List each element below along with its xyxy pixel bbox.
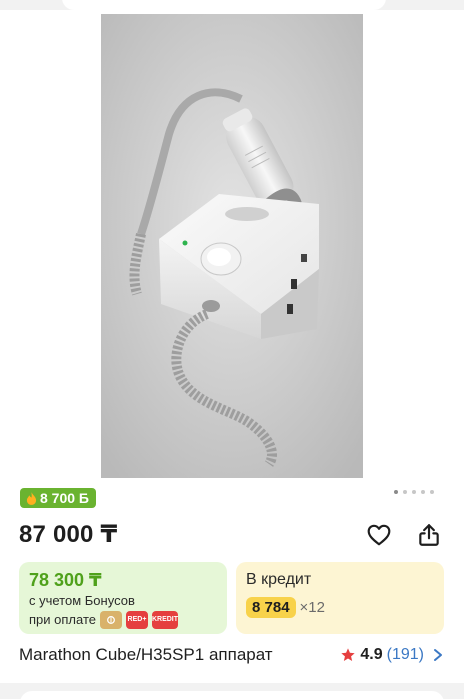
bonus-price-card[interactable]: 78 300 ₸ с учетом Бонусов при оплате RED… bbox=[19, 562, 227, 634]
credit-title: В кредит bbox=[246, 571, 312, 588]
gallery-dots bbox=[394, 490, 434, 494]
bonus-payment-icon bbox=[99, 610, 122, 629]
credit-months: ×12 bbox=[299, 599, 325, 616]
gallery-dot[interactable] bbox=[430, 490, 434, 494]
product-title-row: Marathon Cube/H35SP1 аппарат 4.9 (191) bbox=[19, 645, 444, 665]
product-title: Marathon Cube/H35SP1 аппарат bbox=[19, 645, 273, 664]
top-strip bbox=[0, 0, 464, 10]
credit-card[interactable]: В кредит 8 784 ×12 bbox=[236, 562, 444, 634]
product-photo bbox=[101, 14, 363, 478]
payment-note: при оплате bbox=[29, 612, 96, 627]
gallery-dot[interactable] bbox=[403, 490, 407, 494]
gallery-dot[interactable] bbox=[412, 490, 416, 494]
bonus-badge-text: 8 700 Б bbox=[40, 490, 89, 506]
bonus-price: 78 300 ₸ bbox=[29, 570, 102, 590]
bottom-strip bbox=[0, 683, 464, 699]
favorite-button[interactable] bbox=[364, 520, 394, 550]
red-plus-chip: RED+ bbox=[125, 610, 148, 629]
product-price: 87 000 ₸ bbox=[19, 521, 118, 548]
bonus-badge: 8 700 Б bbox=[20, 488, 96, 508]
next-card-edge bbox=[20, 691, 444, 699]
heart-outline-icon bbox=[367, 524, 391, 546]
rating-link[interactable]: 4.9 (191) bbox=[340, 646, 444, 664]
gallery-dot[interactable] bbox=[394, 490, 398, 494]
credit-monthly-amount: 8 784 bbox=[246, 597, 296, 618]
chevron-right-icon bbox=[434, 649, 442, 661]
bonus-note: с учетом Бонусов bbox=[29, 593, 135, 608]
gallery-dot[interactable] bbox=[421, 490, 425, 494]
reviews-count: (191) bbox=[386, 646, 424, 663]
star-icon bbox=[341, 648, 356, 661]
product-image[interactable] bbox=[101, 14, 363, 478]
rating-score: 4.9 bbox=[360, 646, 383, 663]
flame-icon bbox=[26, 491, 37, 505]
share-icon bbox=[419, 524, 439, 546]
kredit-chip: KREDIT bbox=[152, 610, 178, 629]
previous-card-edge bbox=[62, 0, 386, 10]
share-button[interactable] bbox=[414, 520, 444, 550]
